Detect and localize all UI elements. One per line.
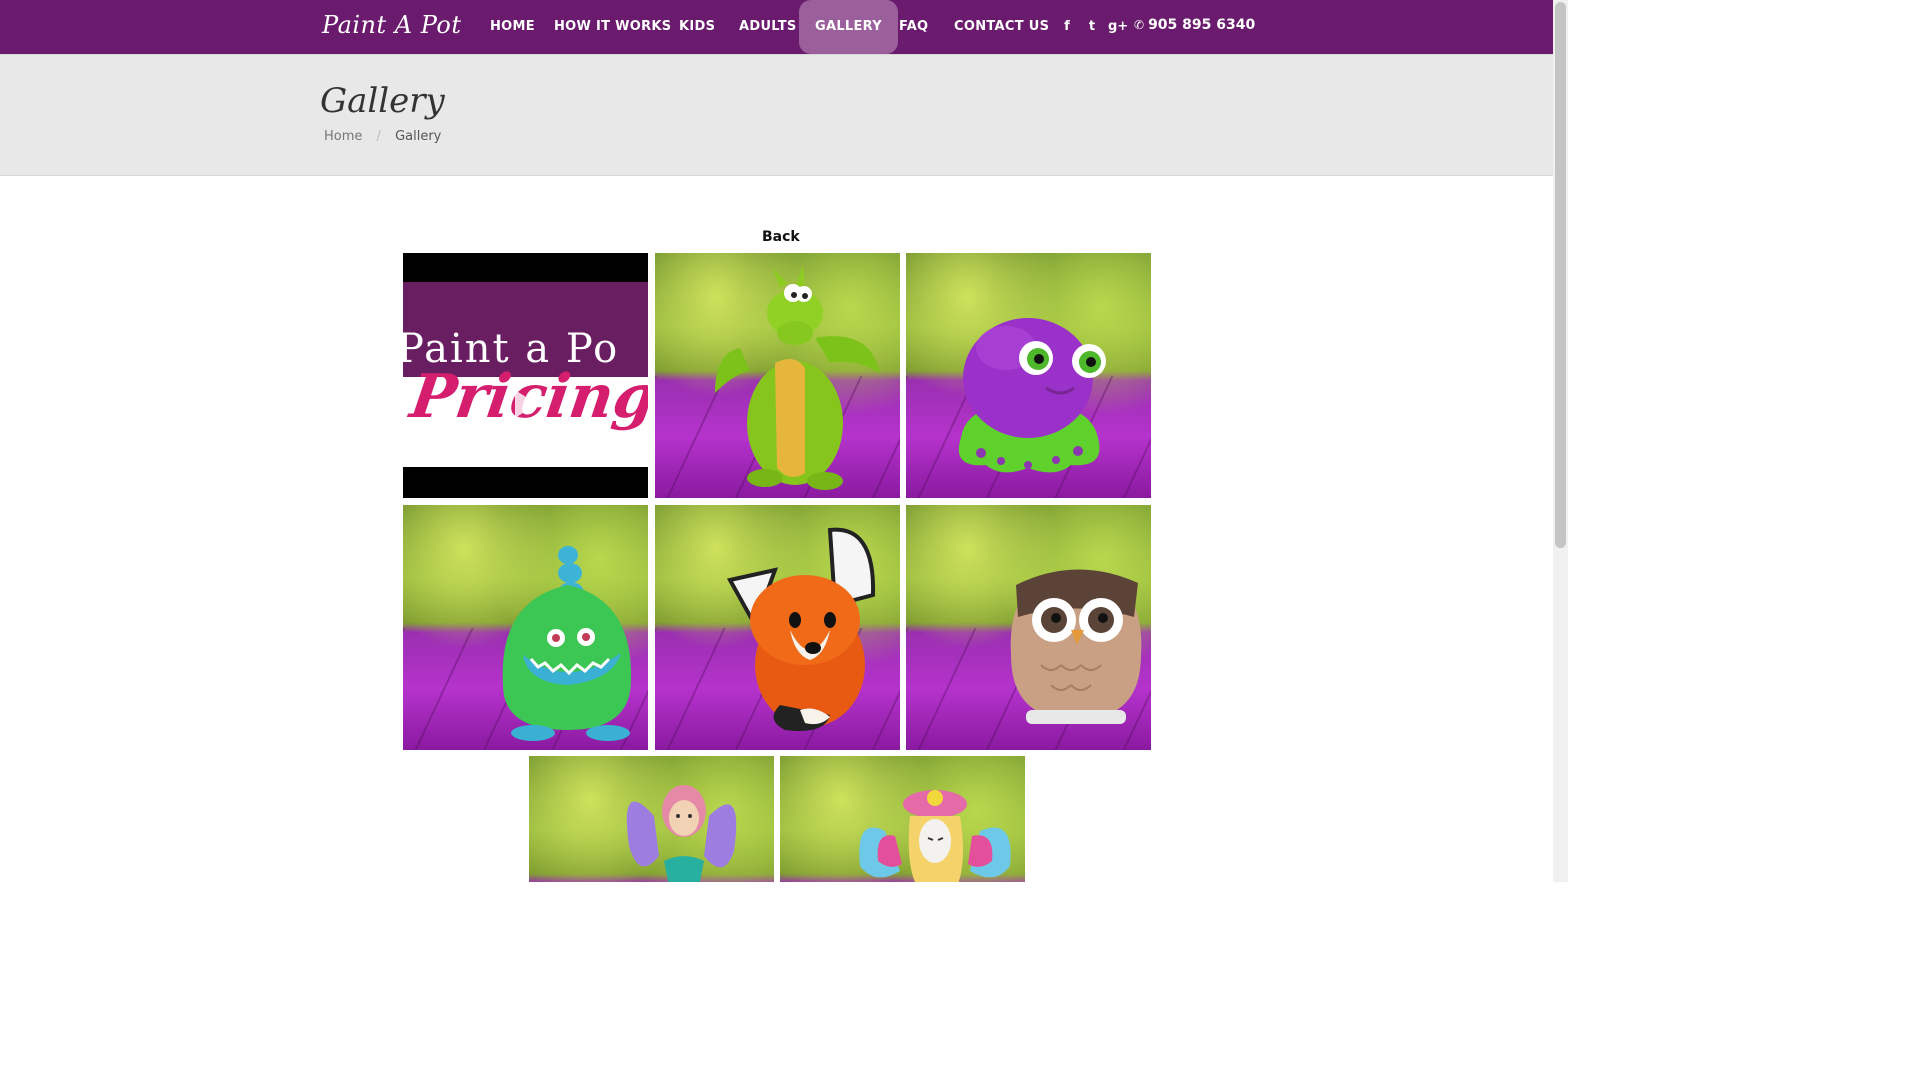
video-thumbnail[interactable]: Paint a Po Pricing [403, 253, 648, 498]
breadcrumb-current: Gallery [395, 129, 442, 144]
breadcrumb-home[interactable]: Home [324, 129, 362, 144]
page: Paint A Pot HOME HOW IT WORKS KIDS ADULT… [0, 0, 1568, 882]
nav-contact-us[interactable]: CONTACT US [954, 0, 1049, 54]
phone-icon: ✆ [1134, 18, 1145, 32]
gallery-item-monster[interactable] [403, 505, 648, 750]
back-link[interactable]: Back [762, 229, 800, 245]
breadcrumb: Home / Gallery [324, 129, 441, 144]
dragon-figurine [715, 265, 880, 490]
monster-figurine [502, 546, 632, 741]
brand-logo[interactable]: Paint A Pot [322, 11, 462, 39]
gallery-item-dragon[interactable] [655, 253, 900, 498]
gallery-item-octopus[interactable] [906, 253, 1151, 498]
phone-link[interactable]: ✆ 905 895 6340 [1134, 17, 1255, 33]
play-icon[interactable] [515, 390, 537, 418]
video-frame: Paint a Po Pricing [403, 282, 648, 467]
gallery-item-butterfly-fairy[interactable] [780, 756, 1025, 882]
page-header: Gallery Home / Gallery [0, 54, 1553, 176]
twitter-icon[interactable]: t [1084, 18, 1100, 36]
gallery-item-fox[interactable] [655, 505, 900, 750]
owl-figurine [1010, 569, 1142, 724]
gallery-item-fairy[interactable] [529, 756, 774, 882]
gallery-item-owl[interactable] [906, 505, 1151, 750]
breadcrumb-separator: / [376, 129, 381, 144]
nav-faq[interactable]: FAQ [899, 0, 928, 54]
facebook-icon[interactable]: f [1059, 18, 1075, 36]
fox-figurine [726, 527, 876, 731]
nav-adults[interactable]: ADULTS [739, 0, 797, 54]
page-title: Gallery [320, 81, 445, 121]
scrollbar-thumb[interactable] [1555, 2, 1566, 548]
phone-number: 905 895 6340 [1148, 17, 1256, 33]
nav-how-it-works[interactable]: HOW IT WORKS [554, 0, 671, 54]
nav-home[interactable]: HOME [490, 0, 535, 54]
octopus-figurine [958, 318, 1106, 473]
butterfly-fairy-figurine [859, 790, 1011, 882]
nav-gallery[interactable]: GALLERY [799, 0, 898, 54]
google-plus-icon[interactable]: g+ [1108, 18, 1128, 36]
fairy-figurine [626, 785, 737, 882]
nav-kids[interactable]: KIDS [679, 0, 715, 54]
top-navbar: Paint A Pot HOME HOW IT WORKS KIDS ADULT… [0, 0, 1553, 54]
